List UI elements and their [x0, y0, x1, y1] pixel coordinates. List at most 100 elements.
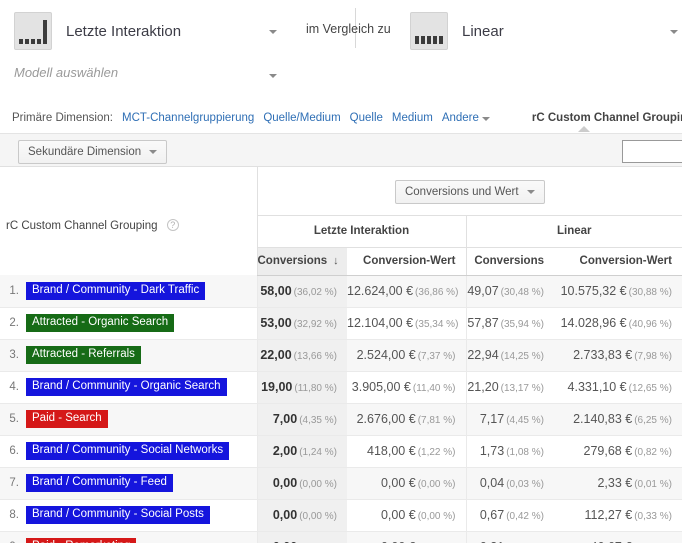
metric-picker-button[interactable]: Conversions und Wert	[394, 179, 545, 204]
chevron-down-icon-model-select[interactable]	[269, 74, 277, 78]
linear-conversion-value-cell: 2,33 € (0,01 %)	[554, 467, 682, 500]
last-interaction-conversion-value-percent: (7,37 %)	[417, 351, 456, 362]
model-select-placeholder[interactable]: Modell auswählen	[14, 65, 118, 80]
primary-dimension-label: Primäre Dimension:	[12, 112, 113, 124]
primary-dimension-link-3[interactable]: Medium	[392, 112, 433, 124]
last-interaction-conversion-value-value: 2.524,00 €	[356, 348, 416, 362]
bar-chart-last-interaction-icon	[14, 12, 52, 50]
metric-header-label-0: Conversions	[257, 255, 328, 267]
channel-chip[interactable]: Brand / Community - Feed	[26, 474, 173, 492]
chevron-down-icon-dimension-4[interactable]	[481, 117, 490, 121]
linear-conversions-cell: 22,94 (14,25 %)	[465, 339, 554, 372]
primary-dimension-link-1[interactable]: Quelle/Medium	[263, 112, 340, 124]
last-interaction-conversions-percent: (32,92 %)	[293, 319, 337, 330]
chevron-down-icon-model-left[interactable]	[269, 30, 277, 34]
channel-chip[interactable]: Attracted - Organic Search	[26, 314, 175, 332]
last-interaction-conversion-value-percent: (0,00 %)	[417, 511, 456, 522]
linear-conversion-value-percent: (12,65 %)	[628, 383, 672, 394]
model-selector-left[interactable]: Letzte Interaktion	[14, 12, 181, 50]
last-interaction-conversion-value-value: 3.905,00 €	[351, 380, 411, 394]
last-interaction-conversion-value-cell: 2.524,00 € (7,37 %)	[347, 339, 466, 372]
linear-conversions-value: 0,67	[479, 508, 505, 522]
chevron-down-icon-metric-picker	[526, 189, 535, 194]
last-interaction-conversions-cell: 7,00 (4,35 %)	[256, 403, 347, 436]
last-interaction-conversion-value-percent: (36,86 %)	[415, 287, 459, 298]
search-input[interactable]	[622, 140, 682, 163]
linear-conversions-percent: (13,17 %)	[500, 383, 544, 394]
last-interaction-conversions-value: 53,00	[260, 316, 292, 330]
linear-conversion-value-value: 2.140,83 €	[573, 412, 633, 426]
linear-conversion-value-cell: 46,67 €(0,14 %)	[554, 531, 682, 543]
dimension-cell: 5. Paid - Search	[0, 403, 257, 436]
linear-conversions-cell: 57,87 (35,94 %)	[465, 307, 554, 340]
linear-conversions-percent: (0,03 %)	[506, 479, 544, 490]
last-interaction-conversions-value: 19,00	[261, 380, 293, 394]
linear-conversion-value-value: 279,68 €	[583, 444, 633, 458]
last-interaction-conversions-percent: (13,66 %)	[293, 351, 337, 362]
metric-picker-label: Conversions und Wert	[404, 185, 519, 198]
row-index: 3.	[9, 349, 19, 361]
question-mark-icon[interactable]: ?	[166, 219, 179, 231]
last-interaction-conversion-value-percent: (7,81 %)	[417, 415, 456, 426]
metric-header-label-3: Conversion-Wert	[579, 255, 672, 267]
secondary-dimension-button[interactable]: Sekundäre Dimension	[18, 140, 168, 164]
channel-chip[interactable]: Paid - Search	[26, 410, 108, 428]
table-row: 1. Brand / Community - Dark Traffic 58,00(…	[0, 275, 682, 308]
metric-header-0[interactable]: Conversions ↓	[256, 247, 347, 276]
model-left-name: Letzte Interaktion	[66, 22, 182, 40]
linear-conversion-value-cell: 2.733,83 € (7,98 %)	[554, 339, 682, 372]
metric-picker-cell: Conversions und Wert	[256, 167, 682, 216]
metric-header-3[interactable]: Conversion-Wert	[554, 247, 682, 276]
primary-dimension-link-0[interactable]: MCT-Channelgruppierung	[122, 112, 254, 124]
linear-conversion-value-percent: (0,82 %)	[634, 447, 672, 458]
primary-dimension-link-2[interactable]: Quelle	[350, 112, 383, 124]
last-interaction-conversion-value-value: 12.624,00 €	[347, 284, 414, 298]
row-index: 8.	[9, 509, 19, 521]
linear-conversion-value-percent: (6,25 %)	[634, 415, 672, 426]
sort-arrow-down-icon: ↓	[333, 255, 339, 267]
last-interaction-conversions-value: 58,00	[260, 284, 292, 298]
dimension-cell: 6. Brand / Community - Social Networks	[0, 435, 257, 468]
channel-chip[interactable]: Brand / Community - Organic Search	[26, 378, 227, 396]
primary-dimension-link-5[interactable]: rC Custom Channel Grouping	[532, 112, 682, 124]
linear-conversions-cell: 0,67 (0,42 %)	[465, 499, 554, 532]
row-index: 2.	[9, 317, 19, 329]
metric-header-1[interactable]: Conversion-Wert	[347, 247, 466, 276]
metric-header-2[interactable]: Conversions	[465, 247, 554, 276]
last-interaction-conversion-value-cell: 12.624,00 € (36,86 %)	[347, 275, 466, 308]
linear-conversion-value-percent: (0,33 %)	[634, 511, 672, 522]
linear-conversions-cell: 49,07 (30,48 %)	[465, 275, 554, 308]
dimension-cell: 8. Brand / Community - Social Posts	[0, 499, 257, 532]
last-interaction-conversion-value-cell: 0,00 €(0,00 %)	[347, 467, 466, 500]
chevron-down-icon-model-right[interactable]	[670, 30, 678, 34]
channel-chip[interactable]: Brand / Community - Social Posts	[26, 506, 210, 524]
channel-chip[interactable]: Brand / Community - Dark Traffic	[26, 281, 206, 300]
bar-chart-linear-icon	[410, 12, 448, 50]
last-interaction-conversions-cell: 58,00 (36,02 %)	[256, 275, 347, 308]
primary-dimension-link-4[interactable]: Andere	[442, 112, 479, 124]
last-interaction-conversion-value-cell: 12.104,00 € (35,34 %)	[347, 307, 466, 340]
last-interaction-conversions-cell: 0,00(0,00 %)	[256, 499, 347, 532]
dimension-cell: 3. Attracted - Referrals	[0, 339, 257, 372]
table-row: 5. Paid - Search 7,00 (4,35 %) 2.676,00 € (7,…	[0, 403, 682, 436]
last-interaction-conversions-cell: 53,00 (32,92 %)	[256, 307, 347, 340]
last-interaction-conversions-cell: 19,00 (11,80 %)	[256, 371, 347, 404]
linear-conversion-value-percent: (30,88 %)	[628, 287, 672, 298]
table-row: 2. Attracted - Organic Search 53,00 (32,92 …	[0, 307, 682, 340]
last-interaction-conversions-percent: (1,24 %)	[299, 447, 337, 458]
linear-conversion-value-percent: (0,01 %)	[634, 479, 672, 490]
dimension-cell: 2. Attracted - Organic Search	[0, 307, 257, 340]
last-interaction-conversion-value-value: 418,00 €	[367, 444, 416, 458]
linear-conversions-cell: 1,73 (1,08 %)	[465, 435, 554, 468]
model-selector-right[interactable]: Linear	[410, 12, 504, 50]
group-header-linear: Linear	[465, 215, 682, 248]
channel-chip[interactable]: Attracted - Referrals	[26, 346, 141, 364]
last-interaction-conversions-percent: (4,35 %)	[299, 415, 337, 426]
linear-conversions-value: 0,04	[479, 476, 505, 490]
channel-chip[interactable]: Brand / Community - Social Networks	[26, 442, 230, 460]
channel-chip[interactable]: Paid - Remarketing	[26, 538, 137, 543]
row-index: 1.	[9, 284, 19, 297]
metric-header-label-2: Conversions	[474, 255, 544, 267]
linear-conversions-percent: (30,48 %)	[500, 287, 544, 298]
linear-conversions-percent: (4,45 %)	[506, 415, 544, 426]
